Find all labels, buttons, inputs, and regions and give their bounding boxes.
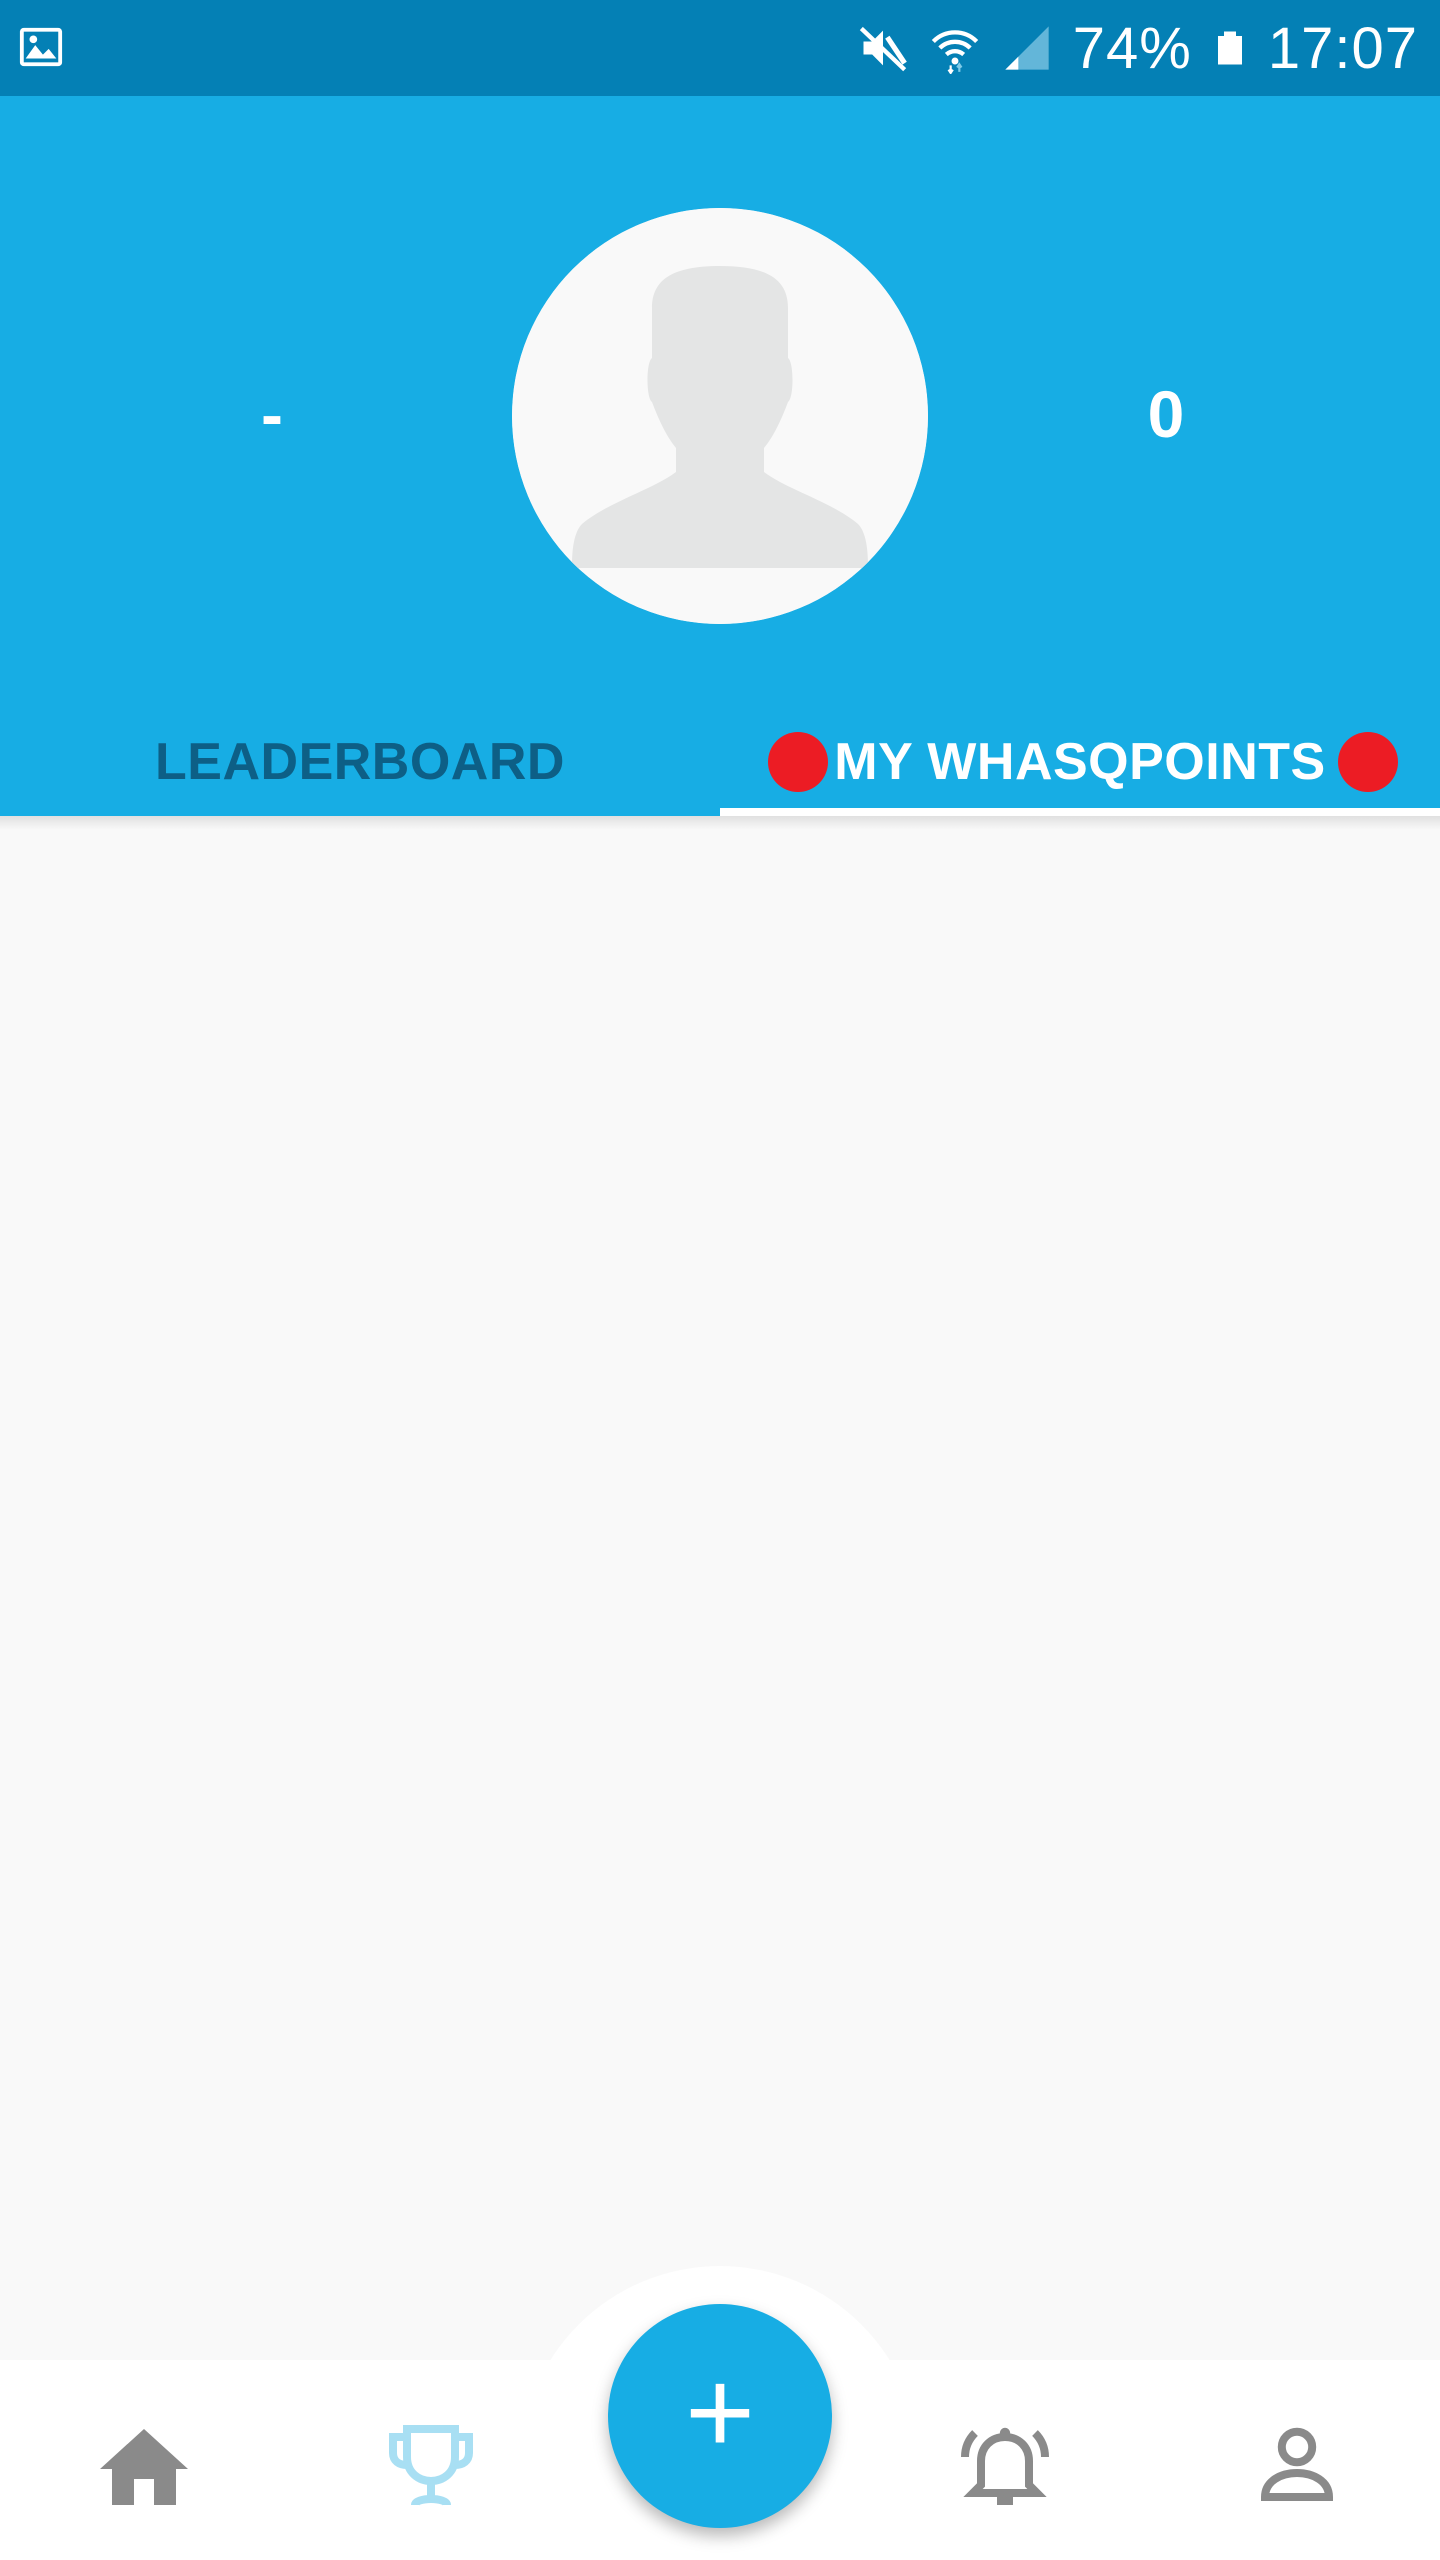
- status-bar: 74% 17:07: [0, 0, 1440, 96]
- profile-header: - 0 LEADERBOARD MY WHASQPOINTS: [0, 96, 1440, 816]
- image-icon: [19, 27, 63, 67]
- alarm-icon: [961, 2427, 1049, 2505]
- content-area: [0, 816, 1440, 2360]
- mute-icon: [859, 26, 907, 72]
- status-bar-right: 74% 17:07: [857, 0, 1418, 96]
- nav-leaderboard[interactable]: [376, 2410, 486, 2520]
- badge-dot-right: [1338, 732, 1398, 792]
- add-button[interactable]: +: [608, 2304, 832, 2528]
- nav-home[interactable]: [89, 2410, 199, 2520]
- home-icon: [100, 2429, 188, 2505]
- screen: 74% 17:07 - 0 LEADERBOARD MY WHASQPOINTS: [0, 0, 1440, 2560]
- wifi-icon: [931, 30, 978, 74]
- avatar[interactable]: [512, 208, 928, 624]
- tab-leaderboard-label: LEADERBOARD: [155, 733, 565, 791]
- add-plus-label: +: [684, 2345, 756, 2479]
- signal-icon: [1005, 26, 1049, 70]
- tab-bar: LEADERBOARD MY WHASQPOINTS: [0, 708, 1440, 816]
- trophy-icon: [389, 2425, 473, 2507]
- nav-notifications[interactable]: [950, 2410, 1060, 2520]
- profile-right-stat: 0: [1147, 377, 1185, 451]
- header-shadow: [0, 816, 1440, 830]
- active-tab-indicator: [720, 808, 1440, 816]
- badge-dot-left: [768, 732, 828, 792]
- tab-my-whasqpoints-label: MY WHASQPOINTS: [834, 733, 1326, 791]
- tab-my-whasqpoints[interactable]: MY WHASQPOINTS: [720, 708, 1440, 816]
- person-icon: [1260, 2427, 1334, 2501]
- default-avatar-icon: [512, 208, 928, 624]
- clock: 17:07: [1267, 15, 1418, 81]
- tab-leaderboard[interactable]: LEADERBOARD: [0, 708, 720, 816]
- battery-percent: 74%: [1072, 15, 1192, 81]
- nav-profile[interactable]: [1242, 2410, 1352, 2520]
- battery-icon: [1217, 31, 1242, 65]
- profile-left-stat: -: [261, 377, 283, 451]
